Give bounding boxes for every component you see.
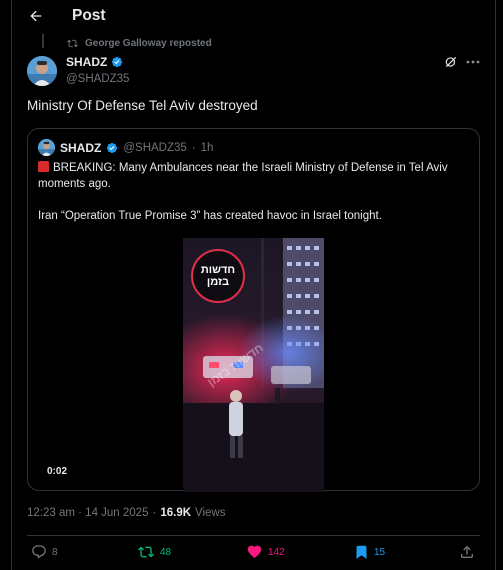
share-button[interactable]	[459, 544, 475, 560]
quoted-author-name[interactable]: SHADZ	[60, 141, 101, 155]
quoted-post-card[interactable]: SHADZ @SHADZ35 · 1h BREAKING: Many Ambul…	[27, 128, 480, 492]
quoted-line-2: Iran “Operation True Promise 3” has crea…	[38, 210, 382, 222]
back-button[interactable]	[26, 6, 46, 26]
author-handle[interactable]: @SHADZ35	[66, 73, 129, 85]
thread-connector	[42, 34, 44, 48]
repost-text: George Galloway reposted	[85, 38, 212, 49]
quoted-avatar[interactable]	[38, 139, 55, 156]
quoted-post-text: BREAKING: Many Ambulances near the Israe…	[38, 160, 468, 240]
quoted-post-header: SHADZ @SHADZ35 · 1h	[38, 139, 213, 156]
post-timestamp[interactable]: 12:23 am · 14 Jun 2025	[27, 507, 148, 519]
verified-badge-icon	[112, 56, 123, 68]
repost-icon	[67, 39, 78, 48]
channel-logo-line-1: חדשות	[200, 264, 236, 276]
reply-button[interactable]: 8	[31, 544, 58, 560]
siren-emoji-icon	[38, 161, 49, 172]
heart-icon	[247, 545, 262, 558]
post-meta: 12:23 am · 14 Jun 2025 · 16.9K Views	[27, 507, 225, 519]
more-icon	[466, 60, 480, 64]
quoted-author-handle[interactable]: @SHADZ35	[123, 142, 186, 154]
avatar[interactable]	[27, 56, 57, 86]
divider	[27, 535, 480, 536]
views-count: 16.9K	[160, 507, 192, 519]
reply-count: 8	[52, 546, 58, 558]
video-duration: 0:02	[44, 465, 71, 478]
avatar-image	[27, 56, 57, 86]
page-title: Post	[72, 7, 106, 24]
video-player[interactable]: חדשות בזמן חדשות בזמן	[183, 238, 324, 492]
post-header: Post	[12, 0, 495, 34]
reply-icon	[32, 545, 46, 559]
repost-indicator[interactable]: George Galloway reposted	[66, 38, 212, 49]
quoted-line-1: BREAKING: Many Ambulances near the Israe…	[38, 162, 448, 190]
views-label: Views	[195, 507, 226, 519]
author-block[interactable]: SHADZ @SHADZ35	[66, 55, 129, 85]
like-count: 142	[268, 546, 285, 558]
separator-dot: ·	[152, 507, 157, 519]
share-icon	[461, 545, 473, 558]
timeline-border-right	[495, 0, 496, 570]
separator-dot: ·	[191, 141, 196, 154]
bookmark-button[interactable]: 15	[354, 544, 385, 560]
arrow-left-icon	[30, 10, 42, 22]
timeline-border-left	[11, 0, 12, 570]
bookmark-icon	[356, 545, 367, 559]
quoted-post-time[interactable]: 1h	[201, 142, 214, 154]
channel-logo-line-2: בזמן	[206, 276, 230, 288]
author-name[interactable]: SHADZ	[66, 55, 107, 69]
quoted-verified-badge-icon	[107, 142, 118, 153]
action-bar: 8 48 142 15	[0, 540, 503, 568]
repost-icon	[138, 546, 154, 558]
post-text: Ministry Of Defense Tel Aviv destroyed	[27, 98, 258, 113]
bookmark-count: 15	[374, 546, 386, 558]
more-options-button[interactable]	[465, 55, 481, 69]
grok-icon	[445, 56, 457, 68]
repost-count: 48	[160, 546, 172, 558]
quoted-avatar-image	[38, 139, 55, 156]
repost-button[interactable]: 48	[137, 544, 171, 560]
like-button[interactable]: 142	[246, 544, 285, 560]
grok-button[interactable]	[444, 55, 458, 69]
channel-logo: חדשות בזמן	[191, 249, 245, 303]
